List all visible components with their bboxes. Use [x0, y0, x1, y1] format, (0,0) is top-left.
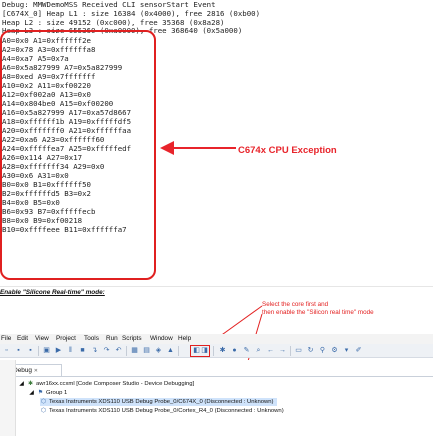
step-over-icon[interactable]: ↷: [102, 346, 111, 355]
menu-view[interactable]: View: [35, 335, 49, 342]
memory-icon[interactable]: ▦: [130, 346, 139, 355]
warning-icon[interactable]: ▲: [166, 346, 175, 355]
core-icon: ⬡: [40, 408, 47, 414]
toolbar-separator: [213, 346, 214, 356]
tree-core-c674x[interactable]: ⬡ Texas Instruments XDS110 USB Debug Prob…: [40, 398, 277, 406]
close-icon[interactable]: ✕: [34, 368, 38, 374]
pen-icon[interactable]: ✐: [354, 346, 363, 355]
menu-run[interactable]: Run: [106, 335, 118, 342]
callout-line: then enable the "Silicon real time" mode: [262, 309, 374, 316]
resume-icon[interactable]: ▶: [54, 346, 63, 355]
expand-icon[interactable]: ◢: [28, 389, 35, 397]
menu-dropdown-icon[interactable]: ▾: [342, 346, 351, 355]
tree-root[interactable]: ◢ ✱ awr16xx.ccxml [Code Composer Studio - …: [18, 380, 194, 388]
tree-core-label: Texas Instruments XDS110 USB Debug Probe…: [49, 408, 284, 414]
debug-icon[interactable]: ✱: [218, 346, 227, 355]
menu-scripts[interactable]: Scripts: [122, 335, 142, 342]
back-icon[interactable]: ←: [266, 346, 275, 355]
search-icon[interactable]: ⌕: [254, 346, 263, 355]
connect-icon[interactable]: ▣: [42, 346, 51, 355]
section-title: Enable "Silicone Real-time" mode:: [0, 289, 105, 296]
toolbar-separator: [178, 346, 179, 356]
toolbar-separator: [126, 346, 127, 356]
settings-icon[interactable]: ⚙: [330, 346, 339, 355]
save-all-icon[interactable]: ▪: [26, 346, 35, 355]
menu-edit[interactable]: Edit: [17, 335, 28, 342]
toolbar-separator: [38, 346, 39, 356]
debug-view: ✱ Debug ✕ ◢✱awr16xx.ccxml [Code Composer…: [0, 360, 433, 436]
console-icon[interactable]: ▭: [294, 346, 303, 355]
exception-arrow-icon: [160, 141, 236, 155]
ccxml-icon: ✱: [27, 381, 34, 387]
tools-icon[interactable]: ✎: [242, 346, 251, 355]
left-edge-panel: [0, 360, 16, 436]
forward-icon[interactable]: →: [278, 346, 287, 355]
toolbar: ▫ ▪ ▪ ▣ ▶ ‖ ■ ↴ ↷ ↶ ▦ ▤ ◈ ▲ ◧ ◨ ✱ ● ✎ ⌕ …: [0, 344, 433, 358]
console-line: Debug: MMWDemoMSS Received CLI sensorSta…: [2, 0, 216, 9]
core-icon: ⬡: [40, 399, 47, 405]
new-icon[interactable]: ▫: [2, 346, 11, 355]
menu-window[interactable]: Window: [150, 335, 173, 342]
console-line: [C674X_0] Heap L1 : size 16384 (0x4000),…: [2, 9, 261, 18]
tree-root-label: awr16xx.ccxml [Code Composer Studio - De…: [36, 381, 195, 387]
terminate-icon[interactable]: ■: [78, 346, 87, 355]
run-icon[interactable]: ●: [230, 346, 239, 355]
menu-tools[interactable]: Tools: [84, 335, 99, 342]
menu-bar: File Edit View Project Tools Run Scripts…: [0, 334, 433, 344]
exception-label: C674x CPU Exception: [238, 145, 337, 156]
silicon-realtime-highlight: [190, 345, 210, 357]
tree-core-label: Texas Instruments XDS110 USB Debug Probe…: [49, 399, 274, 405]
step-return-icon[interactable]: ↶: [114, 346, 123, 355]
expressions-icon[interactable]: ◈: [154, 346, 163, 355]
expand-icon[interactable]: ◢: [18, 380, 25, 388]
register-icon[interactable]: ▤: [142, 346, 151, 355]
link-icon[interactable]: ⚲: [318, 346, 327, 355]
toolbar-separator: [290, 346, 291, 356]
menu-project[interactable]: Project: [56, 335, 76, 342]
save-icon[interactable]: ▪: [14, 346, 23, 355]
step-into-icon[interactable]: ↴: [90, 346, 99, 355]
refresh-icon[interactable]: ↻: [306, 346, 315, 355]
menu-help[interactable]: Help: [178, 335, 191, 342]
tree-group-label: Group 1: [46, 390, 68, 396]
section-divider: [0, 286, 433, 287]
tree-core-cortex-r4[interactable]: ⬡ Texas Instruments XDS110 USB Debug Prob…: [40, 407, 284, 415]
suspend-icon[interactable]: ‖: [66, 346, 75, 355]
group-icon: ⚑: [37, 390, 44, 396]
callout-line: Select the core first and: [262, 301, 329, 308]
tab-bar-line: [0, 376, 433, 377]
register-dump-highlight: [0, 30, 156, 280]
callout-text: Select the core first and then enable th…: [262, 301, 374, 317]
tree-group[interactable]: ◢ ⚑ Group 1: [28, 389, 67, 397]
menu-file[interactable]: File: [1, 335, 11, 342]
